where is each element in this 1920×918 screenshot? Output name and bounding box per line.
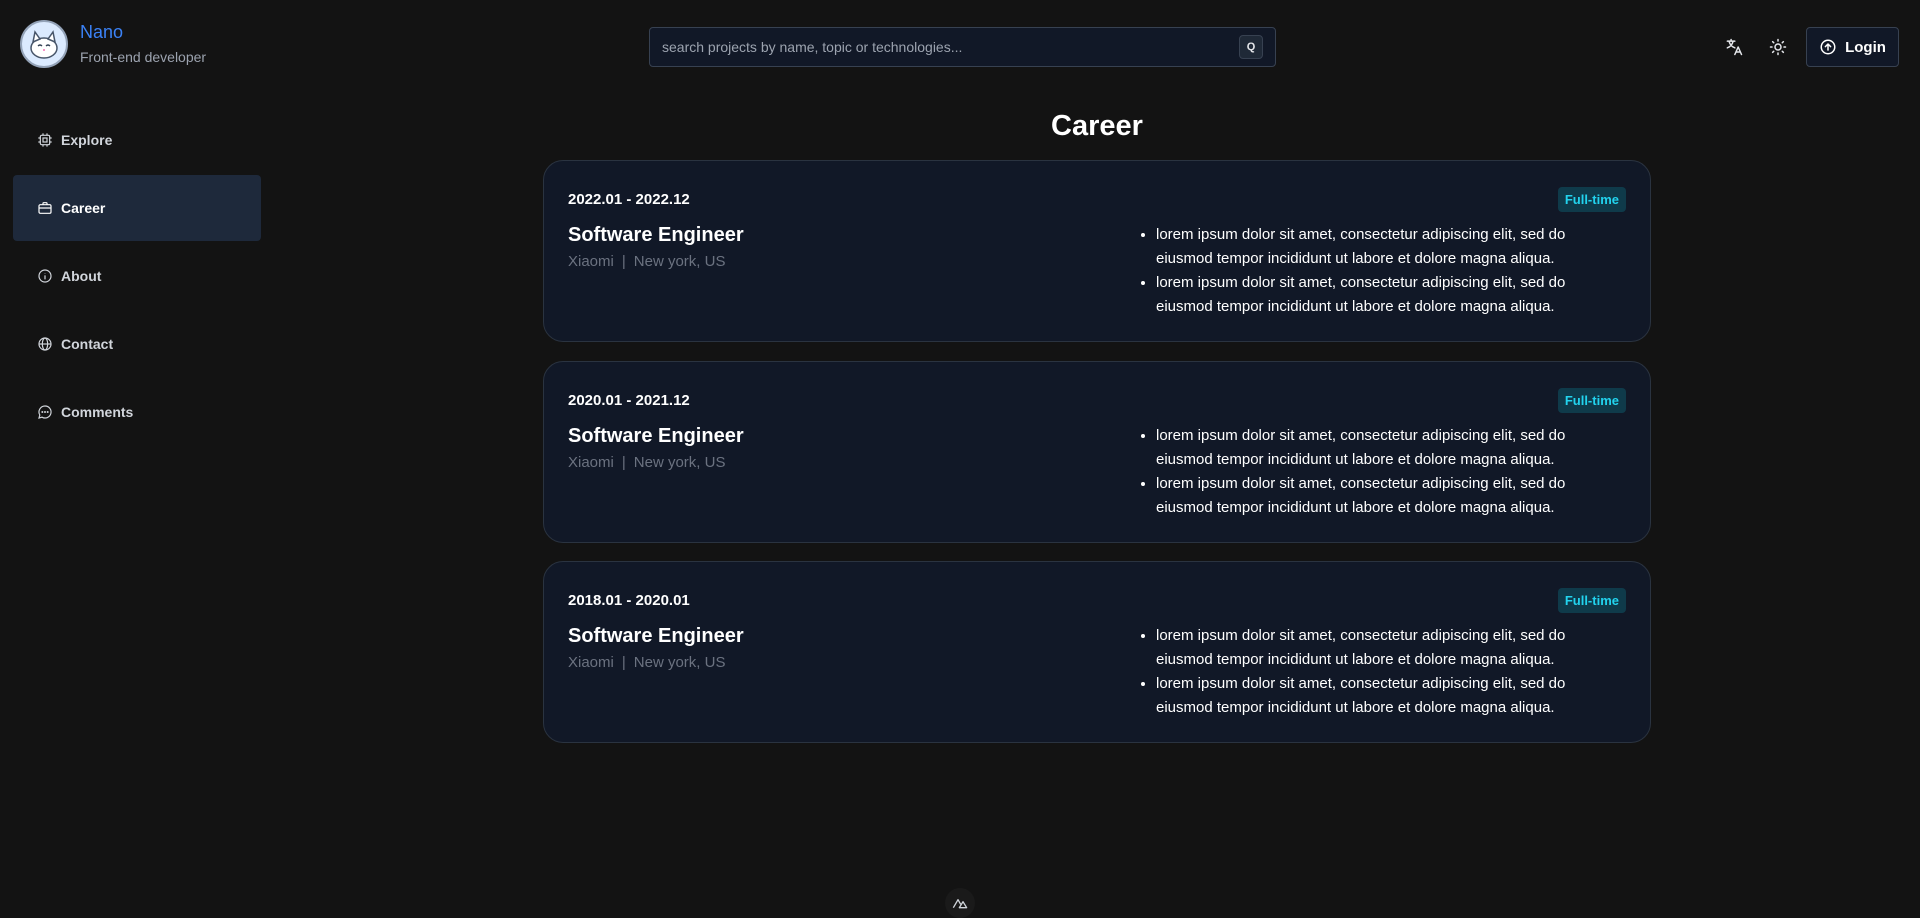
career-bullets: lorem ipsum dolor sit amet, consectetur … <box>1156 424 1626 520</box>
sidebar-nav: Explore Career About Contact Comments <box>13 107 261 447</box>
career-meta: Xiaomi | New york, US <box>568 454 725 471</box>
globe-icon <box>38 337 52 351</box>
career-card: 2020.01 - 2021.12 Software Engineer Xiao… <box>543 361 1651 543</box>
profile-name[interactable]: Nano <box>80 21 206 43</box>
career-card: 2022.01 - 2022.12 Software Engineer Xiao… <box>543 160 1651 342</box>
sidebar-item-contact[interactable]: Contact <box>13 311 261 377</box>
list-item: lorem ipsum dolor sit amet, consectetur … <box>1156 223 1626 271</box>
sidebar-item-about[interactable]: About <box>13 243 261 309</box>
search-shortcut-key: Q <box>1239 35 1263 59</box>
employment-type-badge: Full-time <box>1557 588 1626 613</box>
sidebar-item-label: Career <box>61 200 106 216</box>
profile-role: Front-end developer <box>80 49 207 65</box>
chat-icon <box>38 405 52 419</box>
nuxt-logo-icon[interactable] <box>945 888 975 918</box>
list-item: lorem ipsum dolor sit amet, consectetur … <box>1156 672 1626 720</box>
sidebar-item-career[interactable]: Career <box>13 175 261 241</box>
career-company: Xiaomi <box>568 253 614 270</box>
sidebar-item-explore[interactable]: Explore <box>13 107 261 173</box>
sidebar-item-label: About <box>61 268 102 284</box>
career-location: New york, US <box>633 654 726 671</box>
sidebar-item-label: Explore <box>61 132 113 148</box>
sidebar-item-label: Comments <box>61 404 134 420</box>
list-item: lorem ipsum dolor sit amet, consectetur … <box>1156 271 1626 319</box>
career-bullets: lorem ipsum dolor sit amet, consectetur … <box>1156 223 1626 319</box>
career-job-title: Software Engineer <box>568 625 744 647</box>
career-location: New york, US <box>633 253 726 270</box>
career-bullets: lorem ipsum dolor sit amet, consectetur … <box>1156 624 1626 720</box>
upload-circle-icon <box>1820 39 1836 55</box>
career-card: 2018.01 - 2020.01 Software Engineer Xiao… <box>543 561 1651 743</box>
search-input[interactable] <box>662 39 1239 55</box>
avatar[interactable] <box>20 20 68 68</box>
career-meta: Xiaomi | New york, US <box>568 253 725 270</box>
career-date: 2018.01 - 2020.01 <box>568 592 690 609</box>
sidebar-item-label: Contact <box>61 336 114 352</box>
employment-type-badge: Full-time <box>1557 187 1626 212</box>
briefcase-icon <box>38 202 52 214</box>
list-item: lorem ipsum dolor sit amet, consectetur … <box>1156 624 1626 672</box>
profile[interactable]: Nano Front-end developer <box>20 20 206 68</box>
theme-toggle-sun-icon[interactable] <box>1765 34 1791 60</box>
chip-icon <box>38 133 52 147</box>
career-job-title: Software Engineer <box>568 425 744 447</box>
career-date: 2022.01 - 2022.12 <box>568 191 690 208</box>
sidebar-item-comments[interactable]: Comments <box>13 379 261 445</box>
translate-icon[interactable] <box>1721 34 1747 60</box>
login-button[interactable]: Login <box>1806 27 1899 67</box>
career-location: New york, US <box>633 454 726 471</box>
search-bar[interactable]: Q <box>649 27 1276 67</box>
list-item: lorem ipsum dolor sit amet, consectetur … <box>1156 472 1626 520</box>
career-job-title: Software Engineer <box>568 224 744 246</box>
login-label: Login <box>1845 38 1886 56</box>
career-date: 2020.01 - 2021.12 <box>568 392 690 409</box>
list-item: lorem ipsum dolor sit amet, consectetur … <box>1156 424 1626 472</box>
career-company: Xiaomi <box>568 654 614 671</box>
meta-separator: | <box>621 253 626 270</box>
career-meta: Xiaomi | New york, US <box>568 654 725 671</box>
career-company: Xiaomi <box>568 454 614 471</box>
meta-separator: | <box>621 454 626 471</box>
info-icon <box>38 269 52 283</box>
page-title: Career <box>1051 110 1143 142</box>
employment-type-badge: Full-time <box>1557 388 1626 413</box>
meta-separator: | <box>621 654 626 671</box>
cat-avatar-icon <box>30 30 58 59</box>
